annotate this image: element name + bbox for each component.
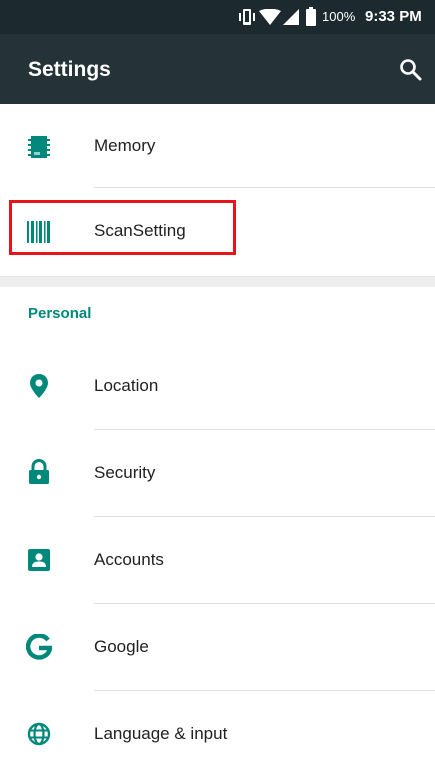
- section-header-personal: Personal: [28, 305, 92, 322]
- app-bar: Settings: [0, 34, 435, 104]
- memory-chip-icon: [28, 136, 50, 158]
- account-box-icon: [28, 549, 50, 571]
- location-pin-icon: [30, 374, 48, 398]
- settings-item-label: Accounts: [94, 550, 164, 569]
- settings-item-label: Google: [94, 637, 149, 656]
- lock-icon: [29, 459, 49, 484]
- settings-item-location[interactable]: Location: [0, 343, 435, 429]
- google-icon: [26, 634, 52, 660]
- vibrate-icon: [239, 9, 255, 25]
- search-icon[interactable]: [398, 57, 424, 83]
- settings-item-label: Location: [94, 376, 159, 395]
- battery-icon: [306, 7, 316, 26]
- status-time: 9:33 PM: [365, 8, 422, 25]
- settings-item-scansetting[interactable]: ScanSetting: [0, 188, 435, 274]
- section-divider: [0, 276, 435, 287]
- settings-item-google[interactable]: Google: [0, 604, 435, 690]
- settings-screen: 100% 9:33 PM Settings Memory ScanSetting…: [0, 0, 435, 774]
- settings-item-label: Memory: [94, 136, 156, 155]
- status-bar: 100% 9:33 PM: [0, 0, 435, 34]
- battery-percent: 100%: [322, 9, 356, 24]
- page-title: Settings: [28, 58, 111, 81]
- barcode-icon: [27, 221, 50, 243]
- globe-icon: [27, 722, 51, 746]
- settings-item-accounts[interactable]: Accounts: [0, 517, 435, 603]
- settings-item-security[interactable]: Security: [0, 430, 435, 516]
- settings-item-memory[interactable]: Memory: [0, 104, 435, 190]
- settings-item-label: ScanSetting: [94, 221, 186, 240]
- settings-item-label: Security: [94, 463, 156, 482]
- settings-item-language-input[interactable]: Language & input: [0, 691, 435, 774]
- settings-item-label: Language & input: [94, 724, 228, 743]
- signal-icon: [283, 9, 299, 25]
- wifi-icon: [259, 9, 281, 25]
